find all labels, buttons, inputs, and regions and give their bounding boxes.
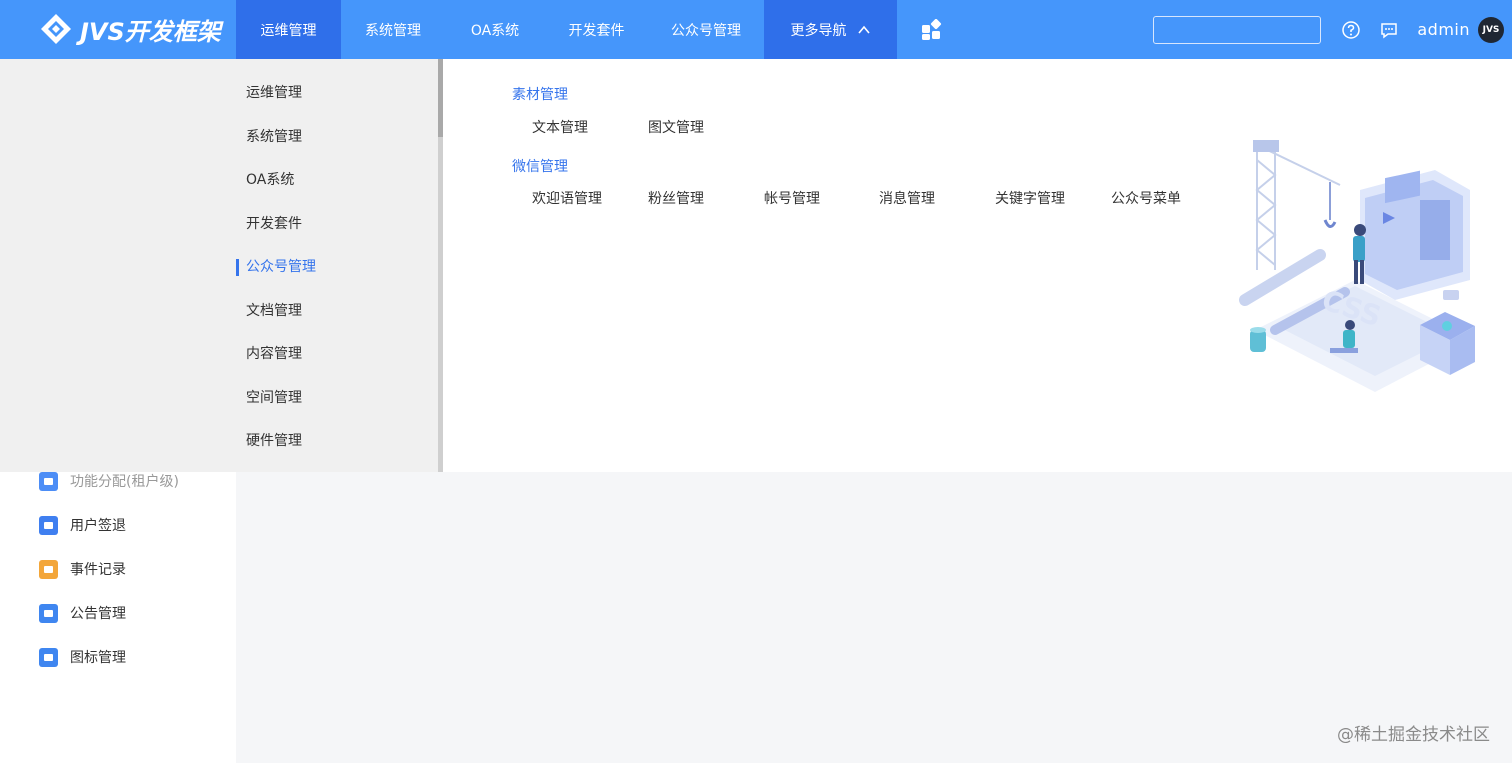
menu-item-welcome[interactable]: 欢迎语管理 — [532, 188, 602, 208]
sidebar-item-label: 用户签退 — [70, 518, 126, 534]
image-icon — [39, 603, 58, 623]
menu-item-fans[interactable]: 粉丝管理 — [648, 188, 704, 208]
apps-button[interactable] — [915, 0, 949, 59]
dropdown-category-dev-kit[interactable]: 开发套件 — [246, 214, 302, 234]
nav-item-ops[interactable]: 运维管理 — [236, 0, 341, 59]
sidebar-item-user-signout[interactable]: 用户签退 — [39, 513, 126, 537]
dropdown-category-system[interactable]: 系统管理 — [246, 127, 302, 147]
document-icon — [39, 559, 58, 579]
dropdown-category-ops[interactable]: 运维管理 — [246, 83, 302, 103]
dropdown-category-oa[interactable]: OA系统 — [246, 170, 294, 190]
dropdown-category-hardware[interactable]: 硬件管理 — [246, 431, 302, 451]
cube-icon — [39, 471, 58, 491]
header-tools: admin JVS — [1153, 0, 1512, 59]
menu-item-image-text[interactable]: 图文管理 — [648, 117, 704, 137]
logo-text: JVS开发框架 — [80, 18, 221, 46]
logo-icon — [41, 13, 71, 44]
menu-item-message[interactable]: 消息管理 — [879, 188, 935, 208]
nav-item-label: OA系统 — [470, 22, 520, 39]
menu-item-account[interactable]: 帐号管理 — [764, 188, 820, 208]
dropdown-category-docs[interactable]: 文档管理 — [246, 301, 302, 321]
nav-item-label: 系统管理 — [365, 22, 421, 39]
sidebar-item-notice[interactable]: 公告管理 — [39, 601, 126, 625]
main-content — [246, 472, 1512, 763]
apps-icon — [922, 18, 942, 40]
group-title-wechat: 微信管理 — [512, 159, 568, 175]
nav-item-more[interactable]: 更多导航 — [764, 0, 897, 59]
user-name[interactable]: admin — [1417, 20, 1470, 39]
top-bar: JVS开发框架 运维管理 系统管理 OA系统 开发套件 公众号管理 更多导航 a… — [0, 0, 1512, 59]
active-indicator — [236, 259, 239, 276]
sidebar-item-label: 公告管理 — [70, 606, 126, 622]
menu-item-keyword[interactable]: 关键字管理 — [995, 188, 1065, 208]
nav-item-label: 公众号管理 — [671, 22, 741, 39]
chevron-up-icon — [857, 25, 870, 34]
illustration-image: CSS — [1239, 140, 1475, 392]
nav-item-label: 更多导航 — [790, 22, 847, 39]
watermark: @稀土掘金技术社区 — [1337, 725, 1490, 745]
nav-item-label: 开发套件 — [568, 22, 625, 39]
menu-item-oa-menu[interactable]: 公众号菜单 — [1111, 188, 1181, 208]
message-icon[interactable] — [1379, 20, 1399, 40]
menu-item-text[interactable]: 文本管理 — [532, 117, 588, 137]
search-input[interactable] — [1153, 15, 1322, 44]
sidebar-item-event-log[interactable]: 事件记录 — [39, 557, 126, 581]
sidebar-item-label: 功能分配(租户级) — [70, 474, 179, 490]
nav-item-official-account[interactable]: 公众号管理 — [648, 0, 764, 59]
logo[interactable]: JVS开发框架 — [0, 0, 236, 59]
sidebar-item-function-assign[interactable]: 功能分配(租户级) — [39, 469, 179, 493]
dropdown-category-panel — [0, 59, 440, 472]
lock-icon — [39, 515, 58, 535]
dropdown-category-content[interactable]: 内容管理 — [246, 344, 302, 364]
avatar-text: JVS — [1482, 24, 1500, 35]
group-title-material: 素材管理 — [512, 87, 568, 103]
avatar[interactable]: JVS — [1478, 16, 1504, 43]
nav-item-label: 运维管理 — [260, 22, 317, 39]
box-icon — [39, 647, 58, 667]
nav-item-dev-kit[interactable]: 开发套件 — [545, 0, 648, 59]
dropdown-category-official-account[interactable]: 公众号管理 — [246, 257, 316, 277]
top-nav: 运维管理 系统管理 OA系统 开发套件 公众号管理 更多导航 — [236, 0, 897, 59]
help-icon[interactable] — [1341, 20, 1361, 40]
sidebar-item-label: 图标管理 — [70, 650, 126, 666]
sidebar-item-icon-manage[interactable]: 图标管理 — [39, 645, 126, 669]
dropdown-category-space[interactable]: 空间管理 — [246, 388, 302, 408]
sidebar-item-label: 事件记录 — [70, 562, 126, 578]
nav-item-system[interactable]: 系统管理 — [341, 0, 445, 59]
nav-item-oa[interactable]: OA系统 — [445, 0, 545, 59]
